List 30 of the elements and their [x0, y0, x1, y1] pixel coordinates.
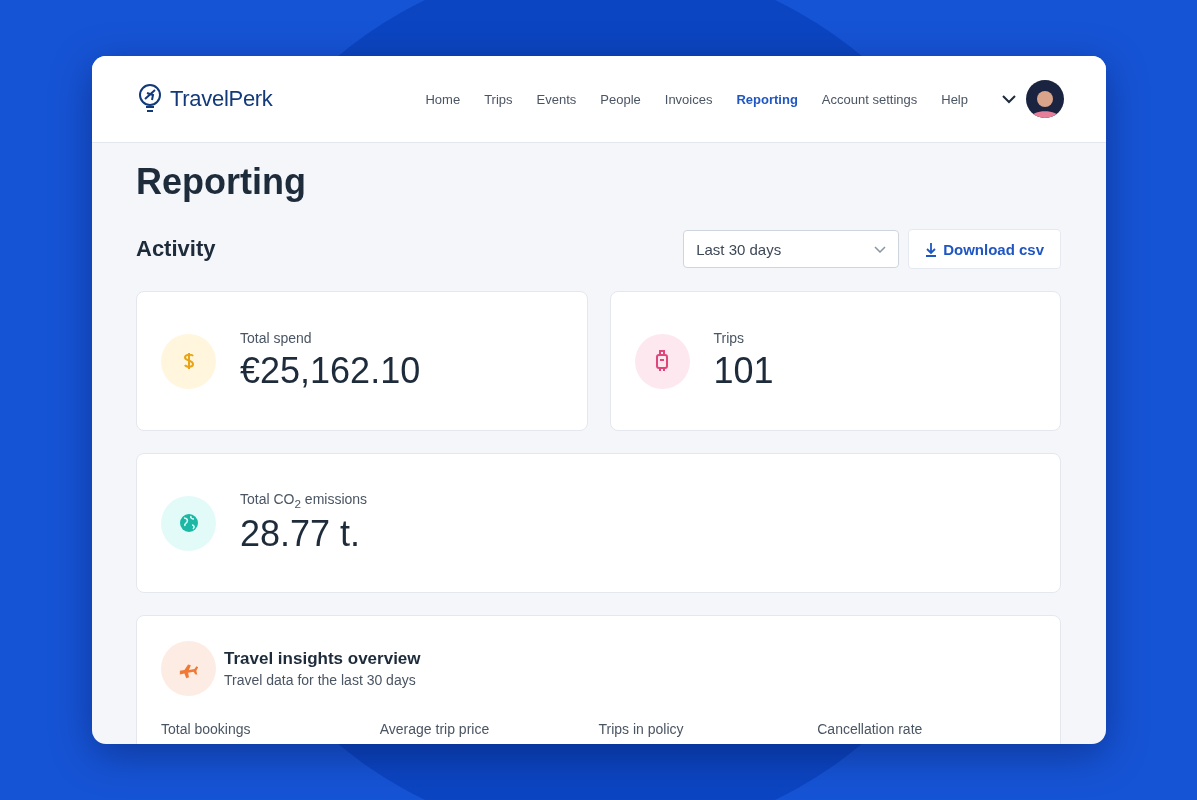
nav-link[interactable]: Home: [425, 91, 461, 107]
stat-value: 101: [713, 350, 774, 392]
stat-value: €25,162.10: [240, 350, 421, 392]
insights-subtitle: Travel data for the last 30 days: [224, 672, 417, 688]
nav-link[interactable]: Invoices: [664, 91, 713, 107]
nav-link[interactable]: Events: [536, 91, 577, 107]
nav-link[interactable]: Reporting: [736, 91, 798, 107]
page-title: Reporting: [136, 161, 307, 203]
avatar[interactable]: [1026, 80, 1064, 118]
metric-label: Total bookings: [161, 721, 252, 737]
metric-label: Cancellation rate: [817, 721, 924, 737]
logo-text: TravelPerk: [170, 86, 273, 112]
insights-title: Travel insights overview: [224, 649, 421, 669]
stat-label: Total CO$_{2}$ emissions: [240, 490, 368, 510]
nav-link[interactable]: Account settings: [821, 91, 918, 107]
nav-link[interactable]: Trips: [484, 91, 513, 107]
stat-label: Total spend: [240, 330, 313, 346]
download-icon: [925, 241, 938, 257]
chevron-down-icon[interactable]: [1002, 94, 1016, 104]
plane-lightbulb-icon: [138, 83, 162, 115]
metric-label: Average trip price: [379, 721, 491, 737]
nav-link[interactable]: Help: [941, 91, 968, 107]
stat-label: Trips: [713, 330, 746, 346]
section-title: Activity: [136, 236, 217, 262]
period-dropdown[interactable]: Last 30 days: [683, 230, 900, 268]
metric-label: Trips in policy: [598, 721, 685, 737]
download-button[interactable]: Download csv: [908, 229, 1061, 269]
nav-link[interactable]: People: [600, 91, 641, 107]
stat-value: 28.77 t.: [240, 513, 362, 556]
chevron-down-icon: [874, 245, 887, 253]
